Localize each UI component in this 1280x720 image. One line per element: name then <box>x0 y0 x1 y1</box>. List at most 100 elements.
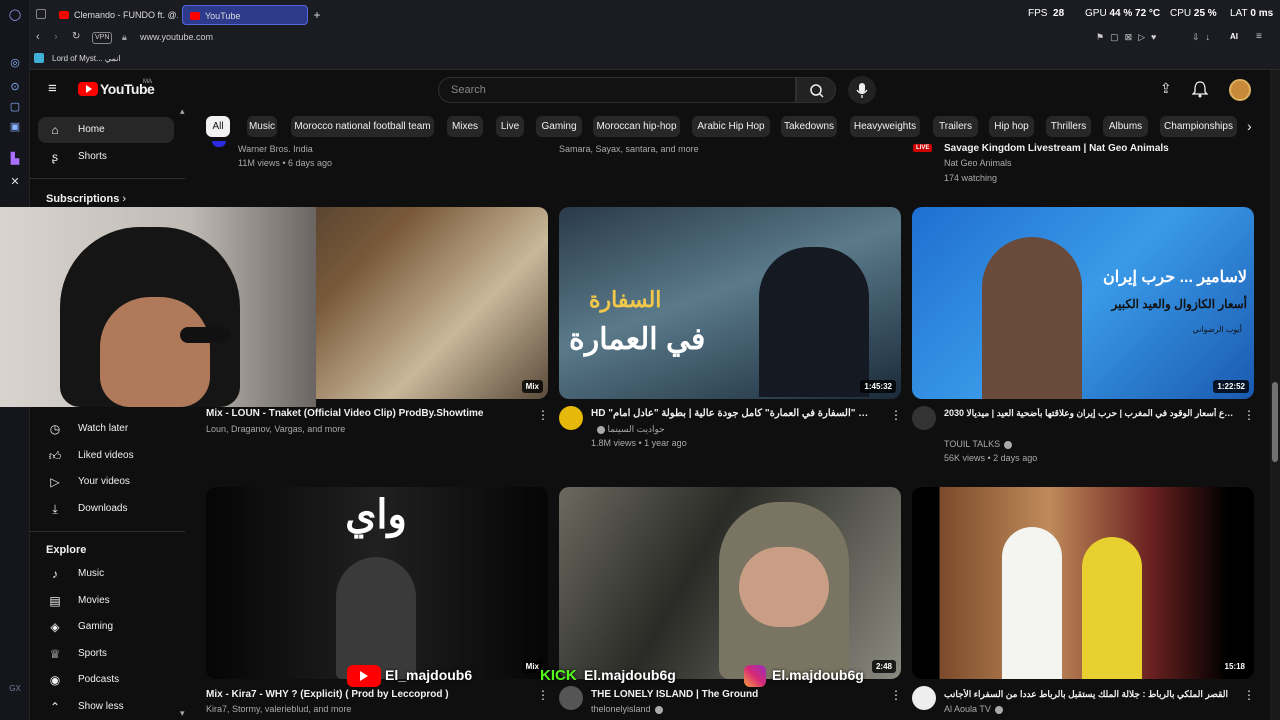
video-channel[interactable]: Samara, Sayax, santara, and more <box>559 144 699 154</box>
video-stats: 11M views • 6 days ago <box>238 158 333 168</box>
menu-icon[interactable]: ≡ <box>1256 31 1262 42</box>
chip-hip-hop[interactable]: Hip hop <box>989 116 1034 137</box>
more-options-icon[interactable]: ⋮ <box>890 689 902 701</box>
chip-live[interactable]: Live <box>496 116 524 137</box>
channel-avatar[interactable] <box>212 141 226 147</box>
webcam-face <box>100 297 210 407</box>
chip-mixes[interactable]: Mixes <box>447 116 483 137</box>
video-title[interactable]: Mix - Kira7 - WHY ? (Explicit) ( Prod by… <box>206 689 526 700</box>
video-channel[interactable]: حواديت السينما <box>593 424 665 435</box>
instagram-icon <box>744 665 766 687</box>
chip-music[interactable]: Music <box>247 116 277 137</box>
chip-heavyweights[interactable]: Heavyweights <box>850 116 920 137</box>
upload-icon[interactable]: ⇪ <box>1160 80 1172 97</box>
sidebar-item-your-videos[interactable]: ▷ Your videos <box>38 469 174 495</box>
video-title[interactable]: THE LONELY ISLAND | The Ground <box>591 689 871 700</box>
url-field[interactable]: www.youtube.com <box>140 32 213 42</box>
chip-all[interactable]: All <box>206 116 230 137</box>
verified-icon <box>597 425 605 434</box>
opera-logo-icon[interactable]: ◯ <box>8 8 22 22</box>
tab-youtube[interactable]: YouTube <box>182 5 308 25</box>
sidebar-item-show-less[interactable]: ⌃ Show less <box>38 694 174 720</box>
page-scrollbar[interactable] <box>1270 70 1280 720</box>
video-channel[interactable]: TOUIL TALKS <box>944 439 1013 449</box>
subscriptions-heading[interactable]: Subscriptions › <box>46 193 126 205</box>
bookmark-item[interactable]: Lord of Myst... انمي <box>52 54 121 63</box>
new-tab-button[interactable]: + <box>310 5 324 25</box>
toolbar-icons[interactable]: ⚑▢⊠▷♥ <box>1096 32 1162 43</box>
more-options-icon[interactable]: ⋮ <box>537 409 549 421</box>
more-options-icon[interactable]: ⋮ <box>890 409 902 421</box>
channel-avatar[interactable] <box>559 406 583 430</box>
more-options-icon[interactable]: ⋮ <box>1243 689 1255 701</box>
forward-icon[interactable]: › <box>54 31 58 43</box>
back-icon[interactable]: ‹ <box>36 31 40 43</box>
sidebar-item-sports[interactable]: ♕ Sports <box>38 641 174 667</box>
shorts-icon: ʂ <box>52 150 58 164</box>
scrollbar-thumb[interactable] <box>1272 382 1278 462</box>
chip-thrillers[interactable]: Thrillers <box>1046 116 1091 137</box>
search-button[interactable] <box>796 77 836 103</box>
sidebar-item-watch-later[interactable]: ◷ Watch later <box>38 416 174 442</box>
chips-next-icon[interactable]: › <box>1247 118 1252 134</box>
chip-takedowns[interactable]: Takedowns <box>781 116 837 137</box>
tab-menu-icon[interactable] <box>36 9 46 19</box>
more-options-icon[interactable]: ⋮ <box>1243 409 1255 421</box>
sidebar-item-podcasts[interactable]: ◉ Podcasts <box>38 667 174 693</box>
sidebar-item-shorts[interactable]: ʂ Shorts <box>38 144 174 170</box>
ai-button[interactable]: AI <box>1230 32 1238 41</box>
video-thumbnail[interactable]: لاسامير ... حرب إيران أسعار الكازوال وال… <box>912 207 1254 399</box>
download-icon[interactable]: ⇩↓ <box>1192 32 1216 43</box>
chip-arabic-hip-hop[interactable]: Arabic Hip Hop <box>692 116 770 137</box>
channel-avatar[interactable] <box>559 686 583 710</box>
video-channel[interactable]: Al Aoula TV <box>944 704 1003 714</box>
chip-gaming[interactable]: Gaming <box>536 116 582 137</box>
avatar[interactable] <box>1229 79 1251 101</box>
twitch-icon[interactable]: ▙ <box>8 152 22 166</box>
sidebar-scroll-down-icon[interactable]: ▾ <box>180 708 185 719</box>
video-channel[interactable]: Nat Geo Animals <box>944 158 1012 168</box>
sidebar-item-home[interactable]: ⌂ Home <box>38 117 174 143</box>
hamburger-menu-icon[interactable]: ≡ <box>48 81 57 96</box>
thumbnail-figure <box>759 247 869 397</box>
search-input[interactable]: Search <box>438 77 796 103</box>
sidebar-item-music[interactable]: ♪ Music <box>38 561 174 587</box>
voice-search-button[interactable] <box>848 76 876 104</box>
video-title[interactable]: HD "فيلم "السفارة في العمارة" كامل جودة … <box>591 408 871 419</box>
youtube-logo-icon[interactable] <box>78 82 98 96</box>
chip-moroccan-hip-hop[interactable]: Moroccan hip-hop <box>593 116 680 137</box>
chip-albums[interactable]: Albums <box>1103 116 1148 137</box>
sidebar-item-liked-videos[interactable]: 👍︎ Liked videos <box>38 443 174 469</box>
video-thumbnail[interactable]: السفارة في العمارة 1:45:32 <box>559 207 901 399</box>
chip-trailers[interactable]: Trailers <box>933 116 978 137</box>
video-thumbnail[interactable]: 2:48 <box>559 487 901 679</box>
channel-avatar[interactable] <box>912 406 936 430</box>
more-options-icon[interactable]: ⋮ <box>537 689 549 701</box>
notifications-bell-icon[interactable] <box>1192 80 1208 98</box>
x-icon[interactable]: ✕ <box>8 175 22 189</box>
tab-clemando[interactable]: Clemando - FUNDO ft. @... <box>52 5 178 25</box>
channel-avatar[interactable] <box>912 686 936 710</box>
video-thumbnail[interactable]: 15:18 <box>912 487 1254 679</box>
chip-morocco-football[interactable]: Morocco national football team <box>291 116 434 137</box>
vpn-badge[interactable]: VPN <box>92 32 113 44</box>
speed-dial-icon[interactable]: ⊙ <box>8 80 22 94</box>
chip-championships[interactable]: Championships <box>1160 116 1237 137</box>
video-thumbnail[interactable]: واي Mix <box>206 487 548 679</box>
sidebar-scroll-up-icon[interactable]: ▴ <box>180 106 185 117</box>
video-title[interactable]: Mix - LOUN - Tnaket (Official Video Clip… <box>206 408 526 419</box>
sidebar-item-movies[interactable]: ▤ Movies <box>38 588 174 614</box>
filter-chips-bar: All Music Morocco national football team… <box>205 110 1270 142</box>
sidebar-item-gaming[interactable]: ◈ Gaming <box>38 614 174 640</box>
messenger-icon[interactable]: ▣ <box>8 120 22 134</box>
reload-icon[interactable]: ↻ <box>72 31 80 42</box>
sidebar-item-downloads[interactable]: ⤓ Downloads <box>38 496 174 522</box>
video-channel[interactable]: thelonelyisland <box>591 704 663 714</box>
video-title[interactable]: القصر الملكي بالرباط : جلالة الملك يستقب… <box>944 689 1234 700</box>
bookmarks-icon[interactable]: ▢ <box>8 100 22 114</box>
aria-icon[interactable]: ◎ <box>8 56 22 70</box>
video-title[interactable]: مع أيوب الرضواني : ارتفاع أسعار الوقود ف… <box>944 408 1234 419</box>
video-title[interactable]: Savage Kingdom Livestream | Nat Geo Anim… <box>944 143 1234 154</box>
gx-icon[interactable]: GX <box>8 682 22 696</box>
video-channel[interactable]: Warner Bros. India <box>238 144 313 154</box>
